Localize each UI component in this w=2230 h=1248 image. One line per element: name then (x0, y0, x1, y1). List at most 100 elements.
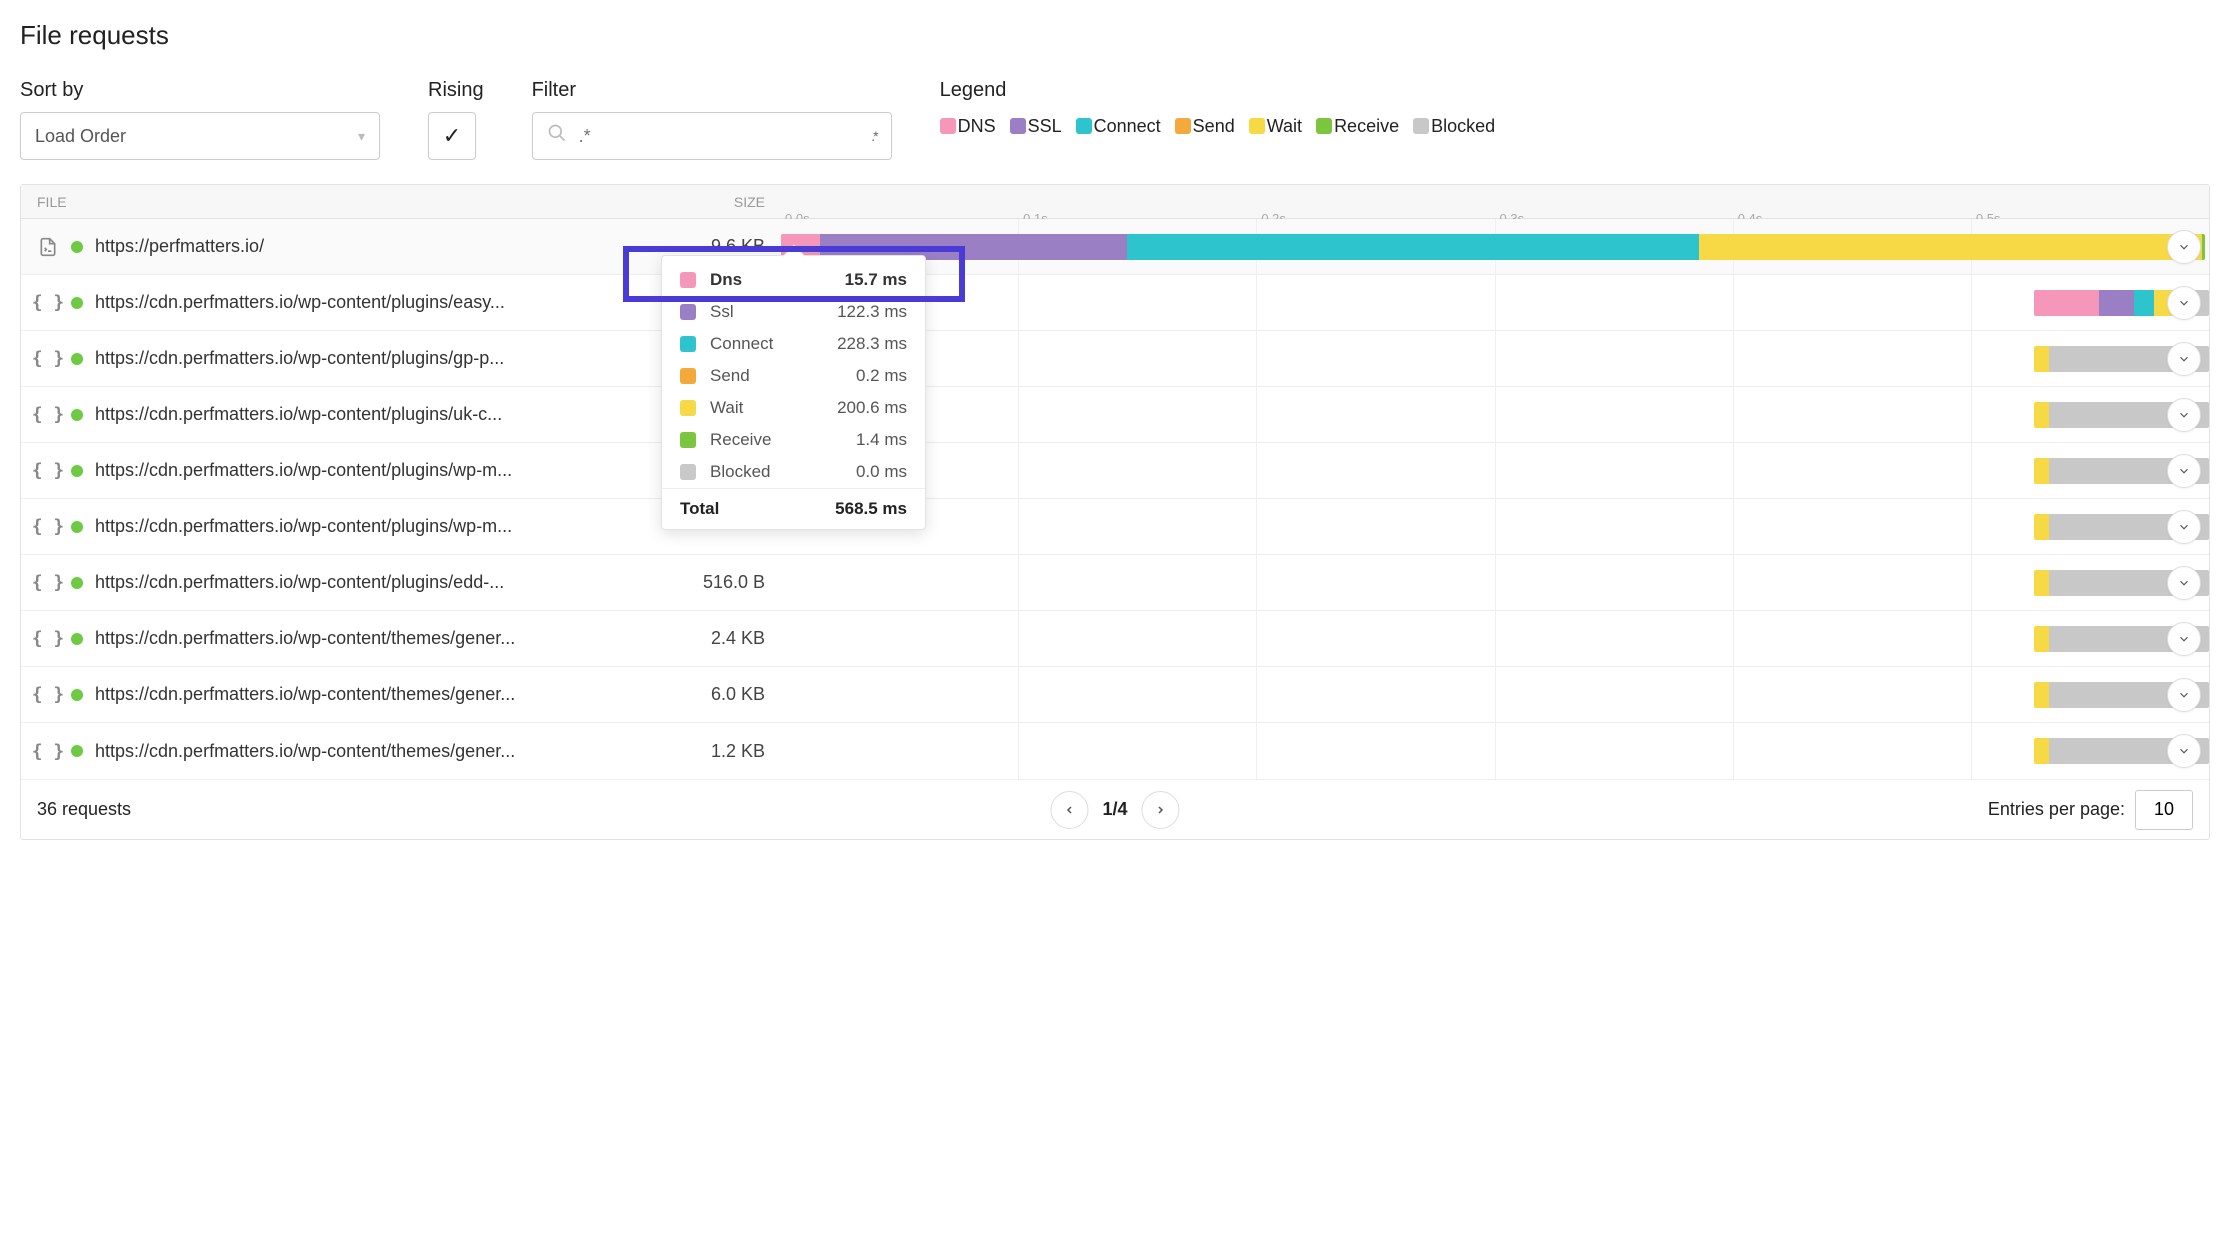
status-dot (71, 689, 83, 701)
tooltip-swatch (680, 336, 696, 352)
filter-input-wrap[interactable]: .* (532, 112, 892, 160)
bar-segment-wait (2034, 626, 2049, 652)
table-row: { } https://cdn.perfmatters.io/wp-conten… (21, 443, 2209, 499)
timeline-cell (781, 443, 2209, 498)
tooltip-metric-value: 122.3 ms (837, 302, 907, 322)
code-icon: { } (37, 404, 59, 426)
col-header-file: FILE (21, 194, 561, 210)
tooltip-metric-value: 0.0 ms (856, 462, 907, 482)
tooltip-row: Receive 1.4 ms (662, 424, 925, 456)
expand-row-button[interactable] (2167, 734, 2201, 768)
expand-row-button[interactable] (2167, 566, 2201, 600)
requests-table: FILE SIZE 0.0s0.1s0.2s0.3s0.4s0.5s https… (20, 184, 2210, 840)
table-row: { } https://cdn.perfmatters.io/wp-conten… (21, 667, 2209, 723)
status-dot (71, 633, 83, 645)
tooltip-metric-label: Connect (710, 334, 825, 354)
legend-item: Blocked (1413, 116, 1495, 137)
status-dot (71, 577, 83, 589)
tooltip-metric-value: 200.6 ms (837, 398, 907, 418)
regex-indicator: .* (871, 128, 876, 144)
legend-item: Connect (1076, 116, 1161, 137)
section-title: File requests (20, 20, 2210, 51)
bar-segment-ssl (2099, 290, 2134, 316)
expand-row-button[interactable] (2167, 454, 2201, 488)
status-dot (71, 409, 83, 421)
page-indicator: 1/4 (1102, 799, 1127, 820)
tooltip-swatch (680, 368, 696, 384)
status-dot (71, 745, 83, 757)
prev-page-button[interactable] (1050, 791, 1088, 829)
legend-item: DNS (940, 116, 996, 137)
code-icon: { } (37, 628, 59, 650)
request-url: https://cdn.perfmatters.io/wp-content/th… (95, 684, 515, 705)
legend-item: SSL (1010, 116, 1062, 137)
status-dot (71, 353, 83, 365)
expand-row-button[interactable] (2167, 398, 2201, 432)
expand-row-button[interactable] (2167, 678, 2201, 712)
tooltip-metric-label: Send (710, 366, 844, 386)
tooltip-total-label: Total (680, 499, 835, 519)
legend-swatch (1076, 118, 1092, 134)
bar-segment-wait (2034, 346, 2049, 372)
filter-input[interactable] (577, 125, 862, 148)
expand-row-button[interactable] (2167, 510, 2201, 544)
tooltip-total-value: 568.5 ms (835, 499, 907, 519)
expand-row-button[interactable] (2167, 342, 2201, 376)
size-value: 1.2 KB (561, 741, 781, 762)
bar-segment-wait (2034, 402, 2049, 428)
check-icon: ✓ (443, 123, 461, 149)
legend-swatch (1413, 118, 1429, 134)
legend-swatch (1316, 118, 1332, 134)
sort-value: Load Order (35, 126, 126, 147)
size-value: 516.0 B (561, 572, 781, 593)
expand-row-button[interactable] (2167, 286, 2201, 320)
timeline-cell (781, 387, 2209, 442)
sort-select[interactable]: Load Order ▾ (20, 112, 380, 160)
next-page-button[interactable] (1142, 791, 1180, 829)
tooltip-metric-label: Receive (710, 430, 844, 450)
legend-swatch (940, 118, 956, 134)
tooltip-metric-label: Blocked (710, 462, 844, 482)
tooltip-row: Connect 228.3 ms (662, 328, 925, 360)
request-url: https://cdn.perfmatters.io/wp-content/th… (95, 741, 515, 762)
col-header-size: SIZE (561, 194, 781, 210)
table-row: https://perfmatters.io/9.6 KB (21, 219, 2209, 275)
tooltip-swatch (680, 464, 696, 480)
request-url: https://cdn.perfmatters.io/wp-content/th… (95, 628, 515, 649)
filter-label: Filter (532, 79, 892, 102)
request-url: https://perfmatters.io/ (95, 236, 264, 257)
size-value: 6.0 KB (561, 684, 781, 705)
bar-segment-wait (2034, 570, 2049, 596)
rising-label: Rising (428, 79, 484, 102)
timeline-cell (781, 555, 2209, 610)
legend-swatch (1010, 118, 1026, 134)
code-icon: { } (37, 740, 59, 762)
waterfall-bar[interactable] (781, 234, 2205, 260)
bar-segment-wait (1699, 234, 2202, 260)
entries-input[interactable] (2135, 790, 2193, 830)
tooltip-metric-value: 228.3 ms (837, 334, 907, 354)
code-icon: { } (37, 460, 59, 482)
rising-toggle[interactable]: ✓ (428, 112, 476, 160)
request-url: https://cdn.perfmatters.io/wp-content/pl… (95, 348, 504, 369)
status-dot (71, 297, 83, 309)
tooltip-metric-label: Wait (710, 398, 825, 418)
timing-tooltip: Dns 15.7 ms Ssl 122.3 ms Connect 228.3 m… (661, 255, 926, 530)
table-row: { } https://cdn.perfmatters.io/wp-conten… (21, 387, 2209, 443)
expand-row-button[interactable] (2167, 622, 2201, 656)
status-dot (71, 465, 83, 477)
table-row: { } https://cdn.perfmatters.io/wp-conten… (21, 611, 2209, 667)
code-icon: { } (37, 572, 59, 594)
bar-segment-wait (2034, 458, 2049, 484)
table-row: { } https://cdn.perfmatters.io/wp-conten… (21, 723, 2209, 779)
table-row: { } https://cdn.perfmatters.io/wp-conten… (21, 275, 2209, 331)
bar-segment-wait (2034, 682, 2049, 708)
controls-bar: Sort by Load Order ▾ Rising ✓ Filter .* … (20, 79, 2210, 160)
legend-title: Legend (940, 79, 1496, 102)
search-icon (547, 123, 567, 149)
table-row: { } https://cdn.perfmatters.io/wp-conten… (21, 555, 2209, 611)
expand-row-button[interactable] (2167, 230, 2201, 264)
timeline-cell (781, 219, 2209, 274)
size-value: 9.6 KB (561, 236, 781, 257)
tooltip-row: Wait 200.6 ms (662, 392, 925, 424)
